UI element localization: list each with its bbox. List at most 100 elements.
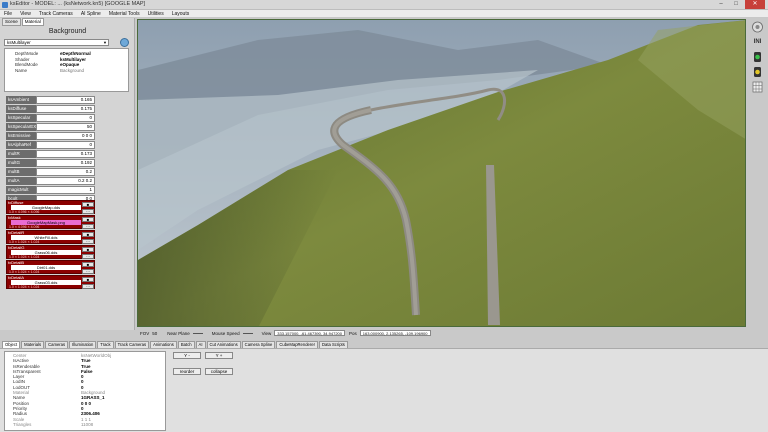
texture-slot: txDetailB Dirt01.dds 1.0 × 1.024 × 1.024 ■ ·…	[6, 260, 95, 274]
var-label: ksAlphaRef	[6, 141, 36, 149]
y-plus-button[interactable]: Y +	[205, 352, 233, 359]
reorder-button[interactable]: reorder	[173, 368, 201, 375]
var-input[interactable]: 50	[36, 123, 95, 131]
property-row: Name Background	[7, 68, 128, 74]
object-property-row: Triangles 11008	[7, 422, 165, 427]
material-var-row: ksSpecular 0	[6, 114, 95, 122]
material-var-row: magicMult 1	[6, 186, 95, 194]
menu-file[interactable]: File	[0, 10, 16, 17]
property-value: Background	[60, 67, 85, 73]
material-var-row: ksEmissive 0 0 0	[6, 132, 95, 140]
maximize-button[interactable]: □	[729, 0, 743, 9]
object-property-value[interactable]: 11008	[81, 422, 93, 427]
texture-load-button[interactable]: ■	[82, 217, 94, 222]
var-input[interactable]: 0 0 0	[36, 132, 95, 140]
texture-browse-button[interactable]: ···	[82, 284, 94, 289]
material-var-row: multA 0.2 0.2	[6, 177, 95, 185]
texture-slot: txDiffuse GoogleMap.dds 1.0 × 4.096 × 4.09…	[6, 200, 95, 214]
close-button[interactable]: ✕	[745, 0, 765, 9]
texture-load-button[interactable]: ■	[82, 232, 94, 237]
texture-load-button[interactable]: ■	[82, 262, 94, 267]
material-var-row: ksAlphaRef 0	[6, 141, 95, 149]
texture-browse-button[interactable]: ···	[82, 269, 94, 274]
material-var-row: ksDiffuse 0.175	[6, 105, 95, 113]
menu-layouts[interactable]: Layouts	[168, 10, 194, 17]
texture-browse-button[interactable]: ···	[82, 239, 94, 244]
tab-scene[interactable]: Scene	[2, 18, 21, 26]
material-var-row: multB 0.2	[6, 168, 95, 176]
texture-load-button[interactable]: ■	[82, 247, 94, 252]
yellow-light-icon[interactable]	[750, 66, 765, 78]
ini-icon[interactable]: INI	[750, 36, 765, 48]
object-property-key: Triangles	[13, 421, 32, 427]
tool-column: INI	[748, 19, 768, 119]
texture-load-button[interactable]: ■	[82, 202, 94, 207]
texture-slot: txDetailR WhiteFill.dds 1.0 × 1.024 × 1.02…	[6, 230, 95, 244]
texture-size: 1.0 × 1.024 × 1.024	[9, 285, 40, 289]
mouse-speed-label: Mouse Speed	[211, 330, 240, 336]
near-plane-slider[interactable]	[192, 332, 203, 334]
pos-label: Pos	[349, 330, 357, 336]
material-var-row: multR 0.173	[6, 150, 95, 158]
texture-load-button[interactable]: ■	[82, 277, 94, 282]
var-label: multB	[6, 168, 36, 176]
var-label: multA	[6, 177, 36, 185]
var-input[interactable]: 1	[36, 186, 95, 194]
menu-utilities[interactable]: Utilities	[144, 10, 168, 17]
texture-size: 1.0 × 1.024 × 1.024	[9, 240, 40, 244]
var-input[interactable]: 0.2	[36, 168, 95, 176]
grid-icon[interactable]	[750, 81, 765, 93]
var-input[interactable]: 0	[36, 141, 95, 149]
fov-label: FOV	[140, 330, 150, 336]
mouse-speed-slider[interactable]	[242, 332, 253, 334]
refresh-icon[interactable]	[120, 38, 129, 47]
material-var-row: ksSpecularEXP 50	[6, 123, 95, 131]
3d-viewport[interactable]	[137, 19, 746, 327]
app-icon	[2, 2, 8, 8]
var-input[interactable]: 0.173	[36, 150, 95, 158]
var-label: ksDiffuse	[6, 105, 36, 113]
var-label: ksAmbient	[6, 96, 36, 104]
tab-material[interactable]: Material	[21, 18, 44, 26]
viewport-status-bar: FOV 50 Near Plane Mouse Speed View 333.1…	[137, 329, 746, 337]
object-panel: Center ksNetWorldObj IsActive True IsRendera…	[0, 348, 768, 432]
window-title: ksEditor - MODEL: ... (ksNetwork.kn5) [G…	[10, 1, 146, 7]
var-input[interactable]: 0.175	[36, 105, 95, 113]
texture-size: 1.0 × 4.096 × 4.096	[9, 225, 40, 229]
green-light-icon[interactable]	[750, 51, 765, 63]
menu-track-cameras[interactable]: Track Cameras	[35, 10, 77, 17]
texture-slot: txDetailG Grass06.dds 1.0 × 1.024 × 1.024 ■…	[6, 245, 95, 259]
object-properties: Center ksNetWorldObj IsActive True IsRendera…	[4, 351, 166, 431]
texture-browse-button[interactable]: ···	[82, 209, 94, 214]
material-var-row: multG 0.192	[6, 159, 95, 167]
var-label: ksSpecularEXP	[6, 123, 40, 131]
gear-sphere-icon[interactable]	[750, 21, 765, 33]
pos-field[interactable]: 163.000900, 2.135265, -109.196900	[359, 330, 431, 336]
var-input[interactable]: 0.2 0.2	[36, 177, 95, 185]
y-minus-button[interactable]: Y -	[173, 352, 201, 359]
texture-slot: txDetailA Grass03.dds 1.0 × 1.024 × 1.024 ■…	[6, 275, 95, 289]
terrain-render	[138, 20, 745, 326]
title-bar: ksEditor - MODEL: ... (ksNetwork.kn5) [G…	[0, 0, 768, 10]
var-input[interactable]: 0	[36, 114, 95, 122]
minimize-button[interactable]: –	[714, 0, 728, 9]
var-input[interactable]: 0.165	[36, 96, 95, 104]
menu-view[interactable]: View	[16, 10, 35, 17]
texture-size: 1.0 × 1.024 × 1.024	[9, 255, 40, 259]
material-panel: Scene Material Background ksMultilayer ▼ …	[0, 18, 135, 330]
var-label: ksEmissive	[6, 132, 36, 140]
texture-browse-button[interactable]: ···	[82, 224, 94, 229]
material-properties: DepthMode eDepthNormal Shader ksMultilayer B…	[4, 48, 129, 92]
fov-value: 50	[152, 330, 158, 336]
view-field[interactable]: 333.157000, -61.467390, 34.947200	[274, 330, 345, 336]
var-label: multG	[6, 159, 36, 167]
texture-slots: txDiffuse GoogleMap.dds 1.0 × 4.096 × 4.09…	[6, 200, 95, 290]
shader-select-value: ksMultilayer	[7, 40, 31, 45]
menu-bar: File View Track Cameras AI Spline Materi…	[0, 10, 768, 18]
collapse-button[interactable]: collapse	[205, 368, 233, 375]
var-input[interactable]: 0.192	[36, 159, 95, 167]
shader-select[interactable]: ksMultilayer ▼	[4, 39, 109, 46]
menu-material-tools[interactable]: Material Tools	[105, 10, 144, 17]
menu-ai-spline[interactable]: AI Spline	[77, 10, 105, 17]
texture-browse-button[interactable]: ···	[82, 254, 94, 259]
